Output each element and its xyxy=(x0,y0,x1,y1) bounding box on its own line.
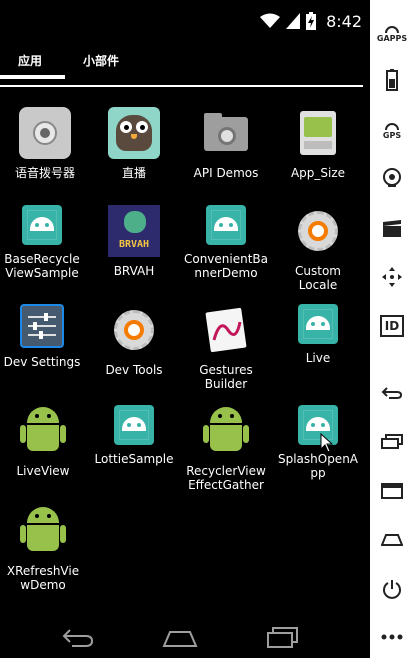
recent-apps-icon xyxy=(381,434,403,449)
gapps-label: GAPPS xyxy=(376,33,408,43)
app-label: Custom Locale xyxy=(295,264,341,292)
app-label: BaseRecycle ViewSample xyxy=(4,252,80,280)
dpad-arrows-icon xyxy=(382,267,402,287)
android-teal-icon xyxy=(114,405,154,445)
gapps-icon xyxy=(385,25,399,33)
android-green-icon xyxy=(17,505,69,557)
media-button[interactable] xyxy=(377,216,407,242)
sidebar-recent-apps-button[interactable] xyxy=(377,428,407,454)
app-base-recycle-view-sample[interactable]: BaseRecycle ViewSample xyxy=(0,205,87,280)
app-label: SplashOpenA pp xyxy=(277,452,359,480)
gestures-icon xyxy=(200,304,252,356)
signal-icon xyxy=(286,13,301,29)
clapperboard-icon xyxy=(383,220,401,237)
android-box-icon xyxy=(292,107,344,159)
app-lottie-sample[interactable]: LottieSample xyxy=(89,405,179,466)
app-recycler-view-effect-gather[interactable]: RecyclerView EffectGather xyxy=(181,405,271,492)
app-api-demos[interactable]: API Demos xyxy=(181,107,271,180)
app-custom-locale[interactable]: Custom Locale xyxy=(273,205,363,292)
recent-apps-button[interactable] xyxy=(264,624,300,650)
gapps-button[interactable]: GAPPS xyxy=(377,20,407,46)
app-brvah[interactable]: BRVAH BRVAH xyxy=(89,205,179,278)
device-id-label: ID xyxy=(379,315,405,337)
power-icon xyxy=(383,580,401,599)
tab-widgets[interactable]: 小部件 xyxy=(83,52,119,69)
app-label: Dev Tools xyxy=(105,363,163,377)
android-teal-icon xyxy=(22,205,62,245)
app-label: 直播 xyxy=(121,166,146,180)
app-xrefresh-view-demo[interactable]: XRefreshVie wDemo xyxy=(0,505,88,592)
android-teal-icon xyxy=(298,304,338,344)
app-live-view[interactable]: LiveView xyxy=(0,405,88,478)
battery-button[interactable] xyxy=(377,67,407,93)
app-convenient-banner-demo[interactable]: ConvenientBa nnerDemo xyxy=(181,205,271,280)
app-live[interactable]: Live xyxy=(273,304,363,365)
app-label: LiveView xyxy=(16,464,70,478)
app-app-size[interactable]: App_Size xyxy=(273,107,363,180)
more-dots-icon xyxy=(381,634,403,640)
camera-button[interactable] xyxy=(377,165,407,191)
app-label: Gestures Builder xyxy=(199,363,253,391)
gear-icon xyxy=(108,304,160,356)
sidebar-home-button[interactable] xyxy=(377,526,407,552)
wifi-icon xyxy=(260,13,281,28)
voice-dialer-icon xyxy=(19,107,71,159)
sidebar-more-button[interactable] xyxy=(377,624,407,650)
app-label: BRVAH xyxy=(113,264,155,278)
battery-charging-icon xyxy=(306,12,317,30)
back-icon xyxy=(381,387,403,399)
status-bar: 8:42 xyxy=(0,0,370,42)
app-label: App_Size xyxy=(290,166,346,180)
sliders-icon xyxy=(20,304,64,348)
tab-indicator xyxy=(0,75,65,79)
sidebar-back-button[interactable] xyxy=(377,380,407,406)
back-button[interactable] xyxy=(60,624,96,650)
status-clock: 8:42 xyxy=(326,11,362,31)
app-label: ConvenientBa nnerDemo xyxy=(183,252,269,280)
sidebar-menu-button[interactable] xyxy=(377,478,407,504)
webcam-icon xyxy=(383,168,401,187)
android-screen: 8:42 应用 小部件 语音拨号器 直播 API Demos App_Size … xyxy=(0,0,370,658)
app-splash-open-app[interactable]: SplashOpenA pp xyxy=(273,405,363,480)
sidebar-power-button[interactable] xyxy=(377,576,407,602)
android-teal-icon xyxy=(206,205,246,245)
app-live-stream[interactable]: 直播 xyxy=(89,107,179,180)
app-label: XRefreshVie wDemo xyxy=(6,564,80,592)
emulator-sidebar: GAPPS GPS ID xyxy=(370,0,413,658)
folder-gear-icon xyxy=(200,107,252,159)
app-label: Live xyxy=(305,351,331,365)
owl-icon xyxy=(108,107,160,159)
tab-apps[interactable]: 应用 xyxy=(18,52,42,69)
app-label: 语音拨号器 xyxy=(14,166,75,180)
gps-signal-icon xyxy=(385,122,399,130)
android-green-icon xyxy=(200,405,252,457)
android-green-icon xyxy=(17,405,69,457)
app-label: API Demos xyxy=(193,166,259,180)
app-label: RecyclerView EffectGather xyxy=(186,464,266,492)
app-dev-tools[interactable]: Dev Tools xyxy=(89,304,179,377)
device-id-button[interactable]: ID xyxy=(377,313,407,339)
gear-icon xyxy=(292,205,344,257)
app-dev-settings[interactable]: Dev Settings xyxy=(0,304,87,369)
brvah-icon: BRVAH xyxy=(108,205,160,257)
gps-button[interactable]: GPS xyxy=(377,118,407,144)
home-icon xyxy=(381,534,403,546)
home-button[interactable] xyxy=(162,624,198,650)
app-label: LottieSample xyxy=(94,452,174,466)
tab-divider xyxy=(0,85,363,87)
mouse-cursor-icon xyxy=(320,433,334,453)
app-gestures-builder[interactable]: Gestures Builder xyxy=(181,304,271,391)
tab-bar: 应用 小部件 xyxy=(0,42,370,84)
navigation-bar xyxy=(0,616,370,658)
gps-label: GPS xyxy=(382,130,402,140)
battery-icon xyxy=(386,69,398,91)
app-label: Dev Settings xyxy=(3,355,81,369)
app-voice-dialer[interactable]: 语音拨号器 xyxy=(0,107,90,180)
dpad-button[interactable] xyxy=(377,264,407,290)
menu-icon xyxy=(381,483,403,499)
